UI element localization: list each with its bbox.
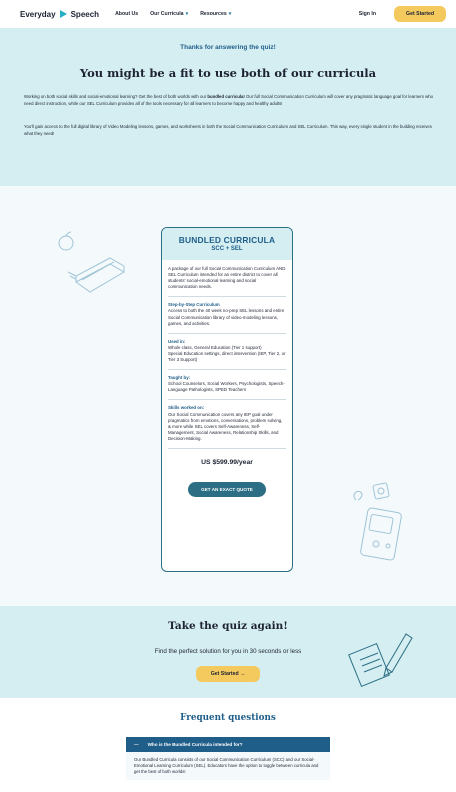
divider: [168, 332, 286, 334]
book-apple-illustration-icon: [58, 231, 125, 293]
top-navigation: Everyday Speech About Us Our Curricula ▾ …: [0, 0, 456, 28]
bold-text: bundled curricula!: [207, 94, 245, 99]
nav-about-us[interactable]: About Us: [115, 11, 138, 17]
faq-question: Who is the Bundled Curricula intended fo…: [147, 742, 243, 747]
card-header: BUNDLED CURRICULA SCC + SEL: [162, 228, 292, 260]
nav-our-curricula[interactable]: Our Curricula ▾: [150, 11, 188, 17]
divider: [168, 296, 286, 298]
game-device-illustration-icon: [353, 482, 402, 561]
step-text: Access to both the 40 week no-prep SEL l…: [168, 308, 285, 326]
nav-resources[interactable]: Resources ▾: [200, 11, 231, 17]
nav-label: Our Curricula: [150, 11, 184, 17]
faq-question-toggle[interactable]: — Who is the Bundled Curricula intended …: [126, 737, 330, 752]
divider: [168, 369, 286, 371]
taught-text: School Counselors, Social Workers, Psych…: [168, 381, 285, 393]
card-subtitle: SCC + SEL: [211, 246, 243, 252]
sign-in-link[interactable]: Sign In: [359, 11, 376, 17]
get-quote-button[interactable]: GET AN EXACT QUOTE: [188, 482, 266, 498]
hero-title: You might be a fit to use both of our cu…: [79, 66, 377, 80]
nav-label: Resources: [200, 11, 227, 17]
card-title: BUNDLED CURRICULA: [178, 235, 276, 245]
hero-kicker: Thanks for answering the quiz!: [180, 44, 276, 51]
collapse-icon: —: [134, 742, 139, 747]
faq-answer: Our Bundled Curricula consists of our So…: [126, 752, 330, 781]
nav-label: About Us: [115, 11, 139, 17]
card-intro: A package of our full Social Communicati…: [168, 266, 286, 290]
hero-paragraph-1: Working on both social skills and social…: [24, 94, 436, 107]
used-text-2: Special Education settings, direct inter…: [168, 350, 286, 363]
skills-text: Our Social Communication covers any IEP …: [168, 411, 283, 441]
divider: [168, 399, 286, 401]
quiz-again-section: Take the quiz again! Find the perfect so…: [0, 606, 456, 698]
product-section: BUNDLED CURRICULA SCC + SEL A package of…: [0, 186, 456, 606]
bundled-curricula-card: BUNDLED CURRICULA SCC + SEL A package of…: [161, 227, 293, 572]
quiz-get-started-button[interactable]: Get Started →: [196, 666, 260, 682]
main-nav: About Us Our Curricula ▾ Resources ▾: [115, 11, 231, 17]
get-started-button[interactable]: Get Started: [394, 6, 446, 22]
brand-logo[interactable]: Everyday Speech: [20, 10, 99, 19]
paper-pencil-illustration-icon: [348, 633, 413, 688]
quiz-result-hero: Thanks for answering the quiz! You might…: [0, 28, 456, 186]
hero-paragraph-2: You'll gain access to the full digital l…: [24, 124, 432, 136]
faq-title: Frequent questions: [180, 713, 276, 723]
brand-name-left: Everyday: [20, 9, 56, 19]
divider: [168, 447, 286, 449]
brand-name-right: Speech: [70, 9, 100, 19]
text-span: Working on both social skills and social…: [24, 94, 208, 99]
chevron-down-icon: ▾: [185, 11, 189, 17]
play-triangle-logo-icon: [59, 10, 67, 18]
price: US $599.99/year: [201, 458, 253, 466]
chevron-down-icon: ▾: [228, 11, 232, 17]
card-body: A package of our full Social Communicati…: [162, 260, 292, 498]
